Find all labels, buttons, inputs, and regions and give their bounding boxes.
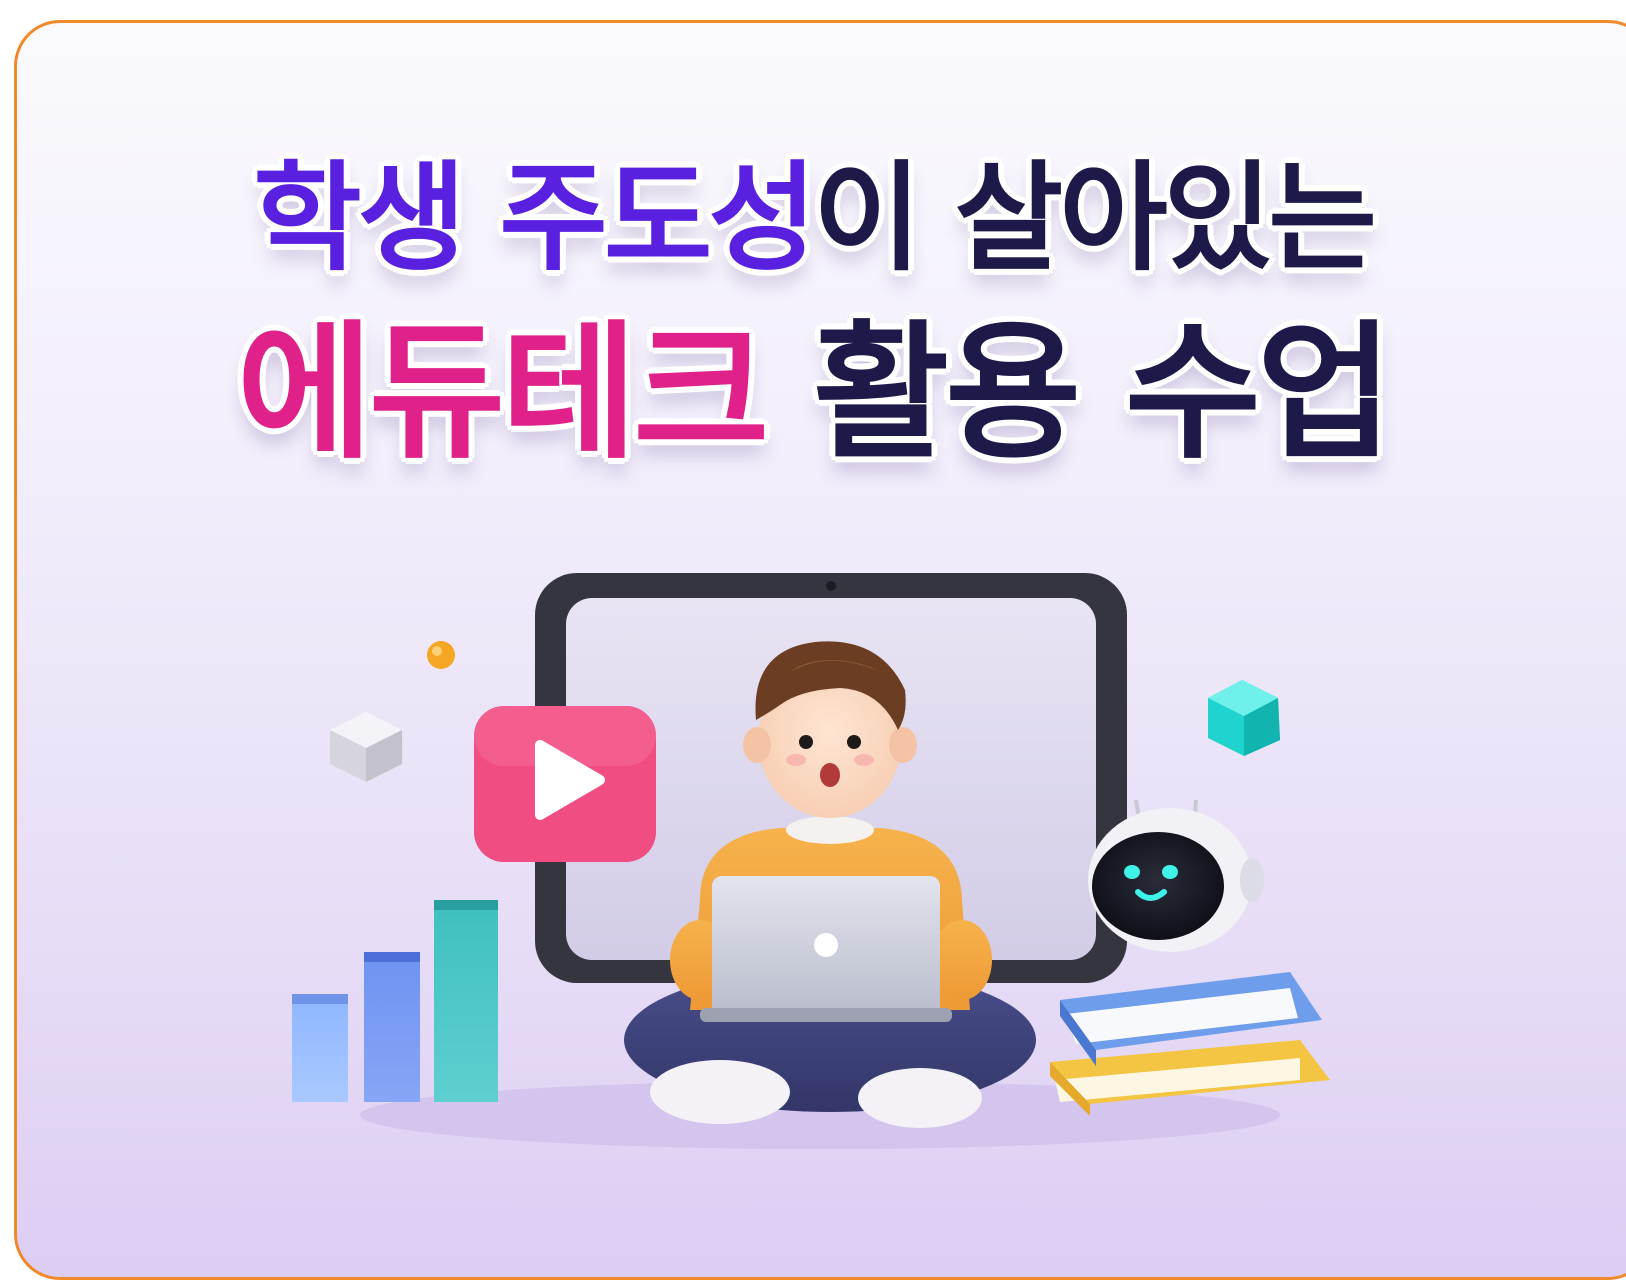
orb-icon <box>427 641 455 669</box>
gem-icon <box>1208 680 1280 756</box>
cube-icon <box>330 712 402 782</box>
edutech-illustration <box>292 573 1330 1149</box>
laptop-icon <box>700 876 952 1022</box>
bar-chart-icon <box>292 900 498 1102</box>
play-button-icon <box>474 706 656 862</box>
books-icon <box>1050 972 1330 1116</box>
